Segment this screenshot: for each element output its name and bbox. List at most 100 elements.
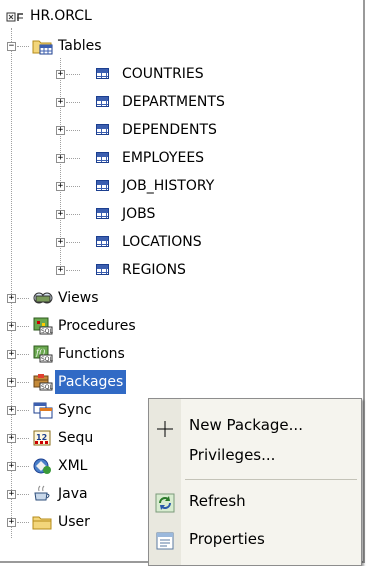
table-icon <box>96 180 109 191</box>
table-label: JOB_HISTORY <box>122 178 215 194</box>
table-icon <box>96 68 109 79</box>
tables-label: Tables <box>58 38 102 54</box>
tree-node-table[interactable]: + DEPARTMENTS <box>50 90 270 114</box>
tree-node-table[interactable]: + EMPLOYEES <box>50 146 270 170</box>
tree-node-packages[interactable]: + SQL Packages <box>6 370 206 394</box>
tree-guide <box>66 242 80 244</box>
procedures-icon: SQL <box>32 317 54 335</box>
tree-guide <box>66 214 80 216</box>
database-connection-icon <box>6 8 26 22</box>
properties-icon <box>155 529 175 550</box>
new-item-crosshair-icon <box>156 416 174 437</box>
connection-label: HR.ORCL <box>30 8 92 24</box>
tree-guide <box>17 466 29 468</box>
tree-guide <box>66 186 80 188</box>
tree-guide <box>17 298 29 300</box>
tree-node-table[interactable]: + JOB_HISTORY <box>50 174 270 198</box>
expand-icon[interactable]: + <box>7 322 16 331</box>
expand-icon[interactable]: + <box>56 154 65 163</box>
views-icon <box>32 290 54 306</box>
table-label: DEPARTMENTS <box>122 94 225 110</box>
java-label: Java <box>58 486 88 502</box>
table-label: COUNTRIES <box>122 66 204 82</box>
menu-item-properties[interactable]: Properties <box>149 521 361 557</box>
menu-item-label: Properties <box>189 530 265 548</box>
tree-node-table[interactable]: + COUNTRIES <box>50 62 270 86</box>
tree-node-procedures[interactable]: + SQL Procedures <box>6 314 206 338</box>
views-label: Views <box>58 290 99 306</box>
refresh-icon <box>155 491 175 513</box>
table-icon <box>96 152 109 163</box>
users-label: User <box>58 514 90 530</box>
tree-node-views[interactable]: + Views <box>6 286 206 310</box>
tables-folder-icon <box>32 37 54 55</box>
expand-icon[interactable]: + <box>7 490 16 499</box>
table-label: JOBS <box>122 206 156 222</box>
tree-guide <box>17 326 29 328</box>
svg-text:SQL: SQL <box>41 328 54 335</box>
procedures-label: Procedures <box>58 318 136 334</box>
tree-node-table[interactable]: + REGIONS <box>50 258 270 282</box>
tree-guide <box>17 522 29 524</box>
tree-guide <box>17 46 29 48</box>
java-icon <box>32 485 54 503</box>
tree-guide <box>66 102 80 104</box>
expand-icon[interactable]: + <box>56 182 65 191</box>
sequences-label: Sequ <box>58 430 94 446</box>
expand-icon[interactable]: + <box>56 70 65 79</box>
menu-item-privileges[interactable]: Privileges... <box>149 437 361 473</box>
tree-guide <box>66 130 80 132</box>
tree-node-tables[interactable]: − Tables <box>6 34 206 58</box>
table-label: REGIONS <box>122 262 186 278</box>
menu-item-label: Refresh <box>189 492 246 510</box>
tree-guide <box>66 158 80 160</box>
tree-node-connection[interactable]: HR.ORCL <box>6 4 206 28</box>
expand-icon[interactable]: + <box>7 406 16 415</box>
tree-node-table[interactable]: + LOCATIONS <box>50 230 270 254</box>
tree-guide <box>66 74 80 76</box>
table-label: EMPLOYEES <box>122 150 205 166</box>
table-icon <box>96 124 109 135</box>
table-label: LOCATIONS <box>122 234 202 250</box>
tree-guide <box>66 270 80 272</box>
svg-text:12: 12 <box>36 433 47 442</box>
expand-icon[interactable]: + <box>7 462 16 471</box>
expand-icon[interactable]: + <box>56 98 65 107</box>
expand-icon[interactable]: + <box>7 350 16 359</box>
sequences-icon: 12 <box>32 429 54 447</box>
context-menu: New Package... Privileges... Refresh Pro… <box>148 398 362 566</box>
tree-guide <box>17 354 29 356</box>
synonyms-icon <box>32 401 54 419</box>
expand-icon[interactable]: + <box>56 238 65 247</box>
expand-icon[interactable]: + <box>7 378 16 387</box>
table-icon <box>96 208 109 219</box>
expand-icon[interactable]: + <box>56 126 65 135</box>
functions-icon: f() SQL <box>32 345 54 363</box>
menu-item-label: Privileges... <box>189 446 276 464</box>
expand-icon[interactable]: + <box>7 434 16 443</box>
expand-icon[interactable]: + <box>7 294 16 303</box>
tree-guide <box>17 410 29 412</box>
collapse-icon[interactable]: − <box>7 42 16 51</box>
tree-guide <box>17 438 29 440</box>
svg-text:SQL: SQL <box>41 384 54 391</box>
synonyms-label: Sync <box>58 402 92 418</box>
xml-label: XML <box>58 458 88 474</box>
menu-item-refresh[interactable]: Refresh <box>149 483 361 519</box>
packages-icon: SQL <box>32 373 54 391</box>
xml-icon <box>32 457 54 475</box>
tree-guide <box>17 494 29 496</box>
tree-node-functions[interactable]: + f() SQL Functions <box>6 342 206 366</box>
tree-guide <box>17 382 29 384</box>
expand-icon[interactable]: + <box>7 518 16 527</box>
packages-label: Packages <box>55 370 127 394</box>
tree-node-table[interactable]: + DEPENDENTS <box>50 118 270 142</box>
users-folder-icon <box>32 513 54 531</box>
table-icon <box>96 96 109 107</box>
tree-node-table[interactable]: + JOBS <box>50 202 270 226</box>
menu-separator <box>185 479 357 480</box>
expand-icon[interactable]: + <box>56 266 65 275</box>
functions-label: Functions <box>58 346 125 362</box>
svg-text:SQL: SQL <box>41 356 54 363</box>
expand-icon[interactable]: + <box>56 210 65 219</box>
